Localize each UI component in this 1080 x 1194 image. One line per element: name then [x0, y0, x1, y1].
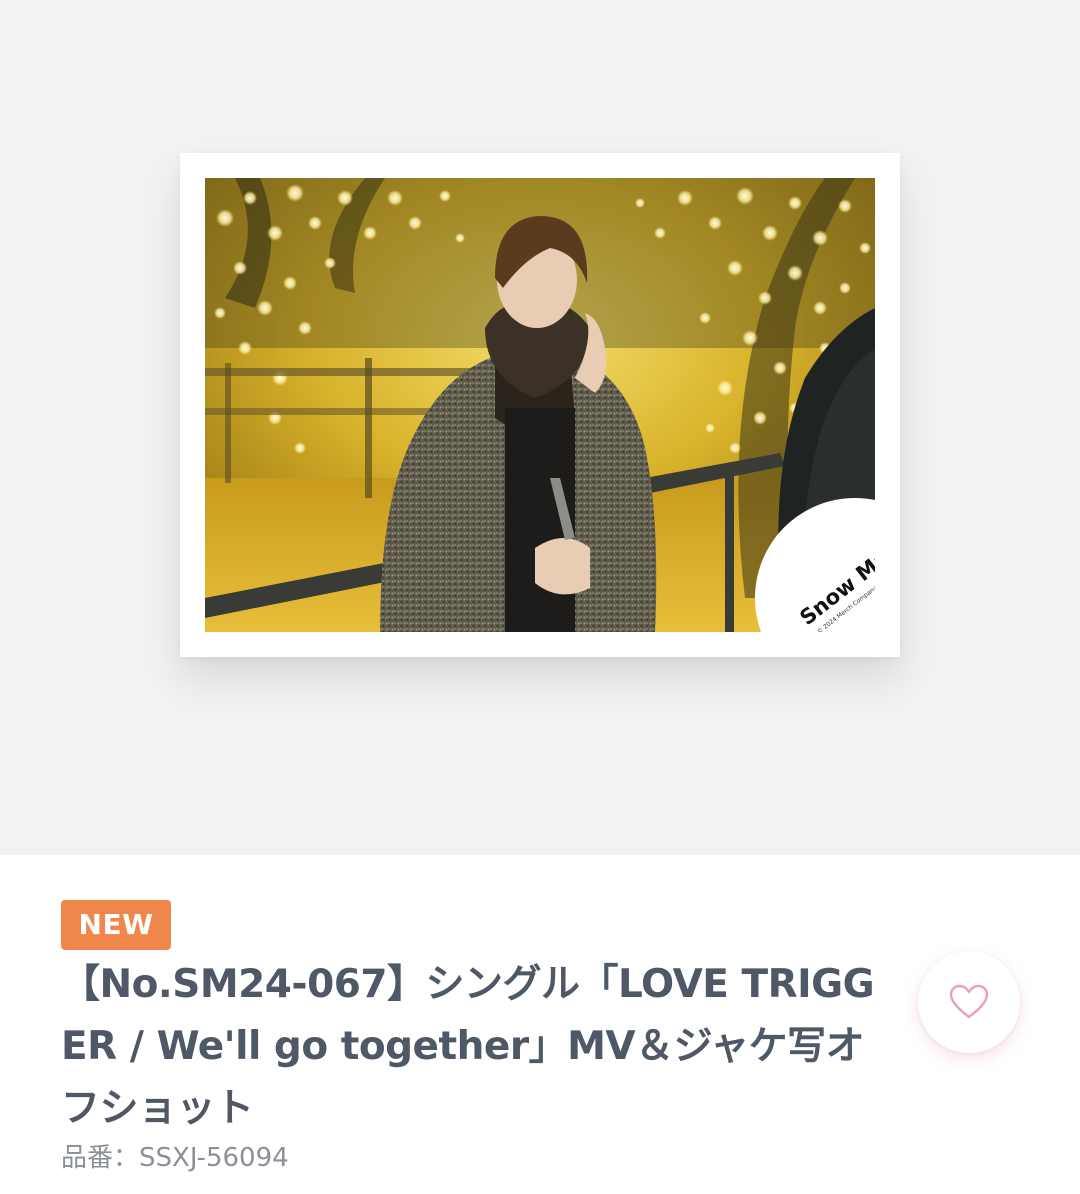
product-photo: Snow Man © 2024 Merch Company Inc. [205, 178, 875, 632]
product-photo-illustration: Snow Man © 2024 Merch Company Inc. [205, 178, 875, 632]
product-number: 品番：SSXJ-56094 [61, 1143, 289, 1173]
product-title: 【No.SM24-067】シングル「LOVE TRIGGER / We'll g… [61, 962, 875, 1131]
new-badge: NEW [61, 900, 171, 950]
product-image-area: Snow Man © 2024 Merch Company Inc. [0, 0, 1080, 855]
photo-card[interactable]: Snow Man © 2024 Merch Company Inc. [180, 153, 900, 657]
favorite-button[interactable] [918, 951, 1020, 1053]
heart-outline-icon [949, 984, 989, 1019]
